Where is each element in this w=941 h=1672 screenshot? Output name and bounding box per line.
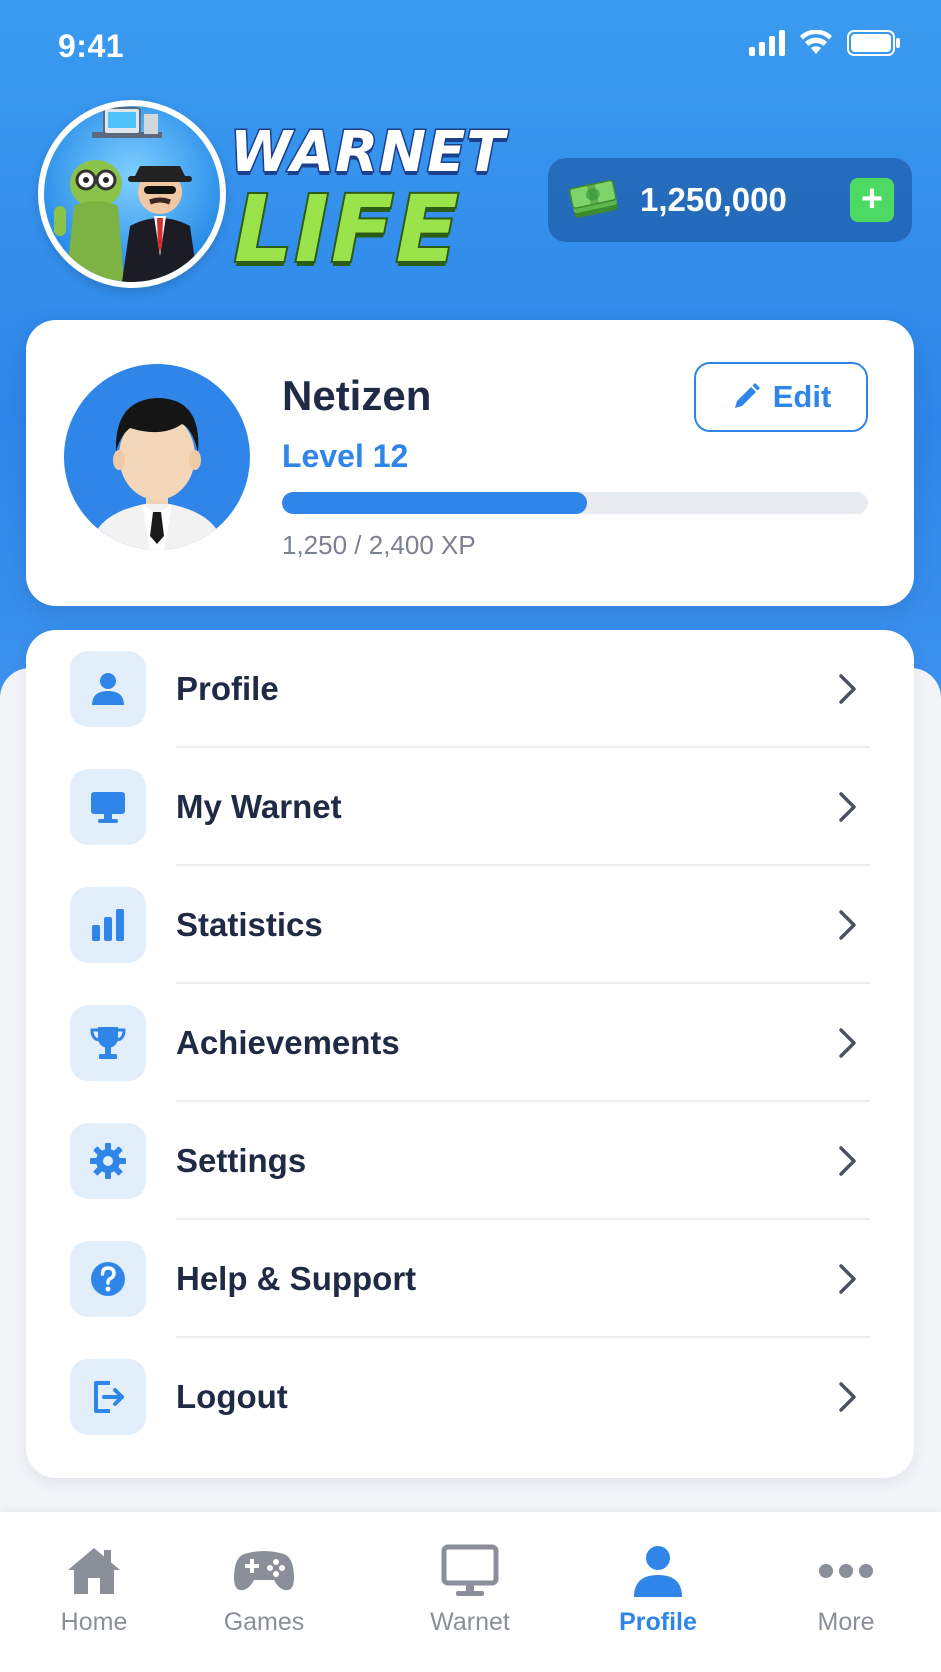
nav-label: Profile [619, 1608, 697, 1636]
xp-progress-bar [282, 492, 868, 514]
menu-item-logout[interactable]: Logout [26, 1338, 914, 1456]
status-time: 9:41 [58, 28, 125, 64]
avatar-person-icon [90, 398, 224, 550]
chevron-right-icon [839, 1264, 856, 1294]
status-icons [749, 30, 901, 56]
more-icon [818, 1540, 874, 1602]
nav-item-more[interactable]: More [766, 1540, 926, 1650]
avatar [64, 364, 250, 550]
menu-item-my-warnet[interactable]: My Warnet [26, 748, 914, 866]
logout-icon [70, 1359, 146, 1435]
wallet-balance: 1,250,000 + [548, 158, 912, 242]
gamepad-icon [232, 1540, 296, 1602]
bottom-nav: Home Games Warnet Profile More [0, 1512, 941, 1672]
logo-characters-icon [54, 107, 198, 282]
menu-item-label: Logout [176, 1378, 288, 1415]
chevron-right-icon [839, 1146, 856, 1176]
menu-item-label: Profile [176, 670, 279, 707]
menu-item-label: Settings [176, 1142, 307, 1179]
menu-item-profile[interactable]: Profile [26, 630, 914, 748]
profile-card: Netizen Level 12 1,250 / 2,400 XP Edit [26, 320, 914, 606]
menu-item-label: Help & Support [176, 1260, 417, 1297]
pencil-icon [734, 383, 760, 408]
help-icon [70, 1241, 146, 1317]
app-logo: WARNET LIFE [38, 100, 506, 300]
nav-label: Home [60, 1608, 128, 1636]
menu-item-achievements[interactable]: Achievements [26, 984, 914, 1102]
nav-item-warnet[interactable]: Warnet [390, 1540, 550, 1650]
chevron-right-icon [839, 1382, 856, 1412]
status-bar: 9:41 [0, 0, 941, 95]
xp-progress-fill [282, 492, 587, 514]
edit-profile-button[interactable]: Edit [694, 362, 868, 432]
cash-icon [568, 180, 618, 218]
monitor-icon [440, 1540, 500, 1602]
chevron-right-icon [839, 792, 856, 822]
chevron-right-icon [839, 1028, 856, 1058]
player-name: Netizen [282, 372, 432, 419]
logo-text-life: LIFE [232, 174, 461, 285]
wallet-amount: 1,250,000 [640, 181, 787, 218]
nav-label: Warnet [430, 1608, 510, 1636]
battery-icon [847, 30, 900, 56]
player-level: Level 12 [282, 438, 409, 474]
bar-chart-icon [70, 887, 146, 963]
xp-text: 1,250 / 2,400 XP [282, 530, 476, 560]
menu-item-label: My Warnet [176, 788, 342, 825]
chevron-right-icon [839, 674, 856, 704]
nav-item-home[interactable]: Home [14, 1540, 174, 1650]
menu-item-help-support[interactable]: Help & Support [26, 1220, 914, 1338]
add-money-button[interactable]: + [850, 178, 894, 222]
menu-item-label: Statistics [176, 906, 323, 943]
monitor-icon [70, 769, 146, 845]
menu-card: Profile My Warnet Statistics Achievement… [26, 630, 914, 1478]
nav-item-games[interactable]: Games [184, 1540, 344, 1650]
edit-label: Edit [772, 379, 832, 414]
gear-icon [70, 1123, 146, 1199]
nav-label: More [817, 1608, 875, 1636]
wifi-icon [800, 30, 832, 54]
chevron-right-icon [839, 910, 856, 940]
home-icon [64, 1540, 124, 1602]
person-icon [70, 651, 146, 727]
menu-item-label: Achievements [176, 1024, 400, 1061]
nav-item-profile[interactable]: Profile [578, 1540, 738, 1650]
signal-icon [749, 30, 785, 56]
nav-label: Games [223, 1608, 305, 1636]
menu-item-settings[interactable]: Settings [26, 1102, 914, 1220]
menu-item-statistics[interactable]: Statistics [26, 866, 914, 984]
logo-badge [38, 100, 226, 288]
person-icon [632, 1540, 684, 1602]
trophy-icon [70, 1005, 146, 1081]
